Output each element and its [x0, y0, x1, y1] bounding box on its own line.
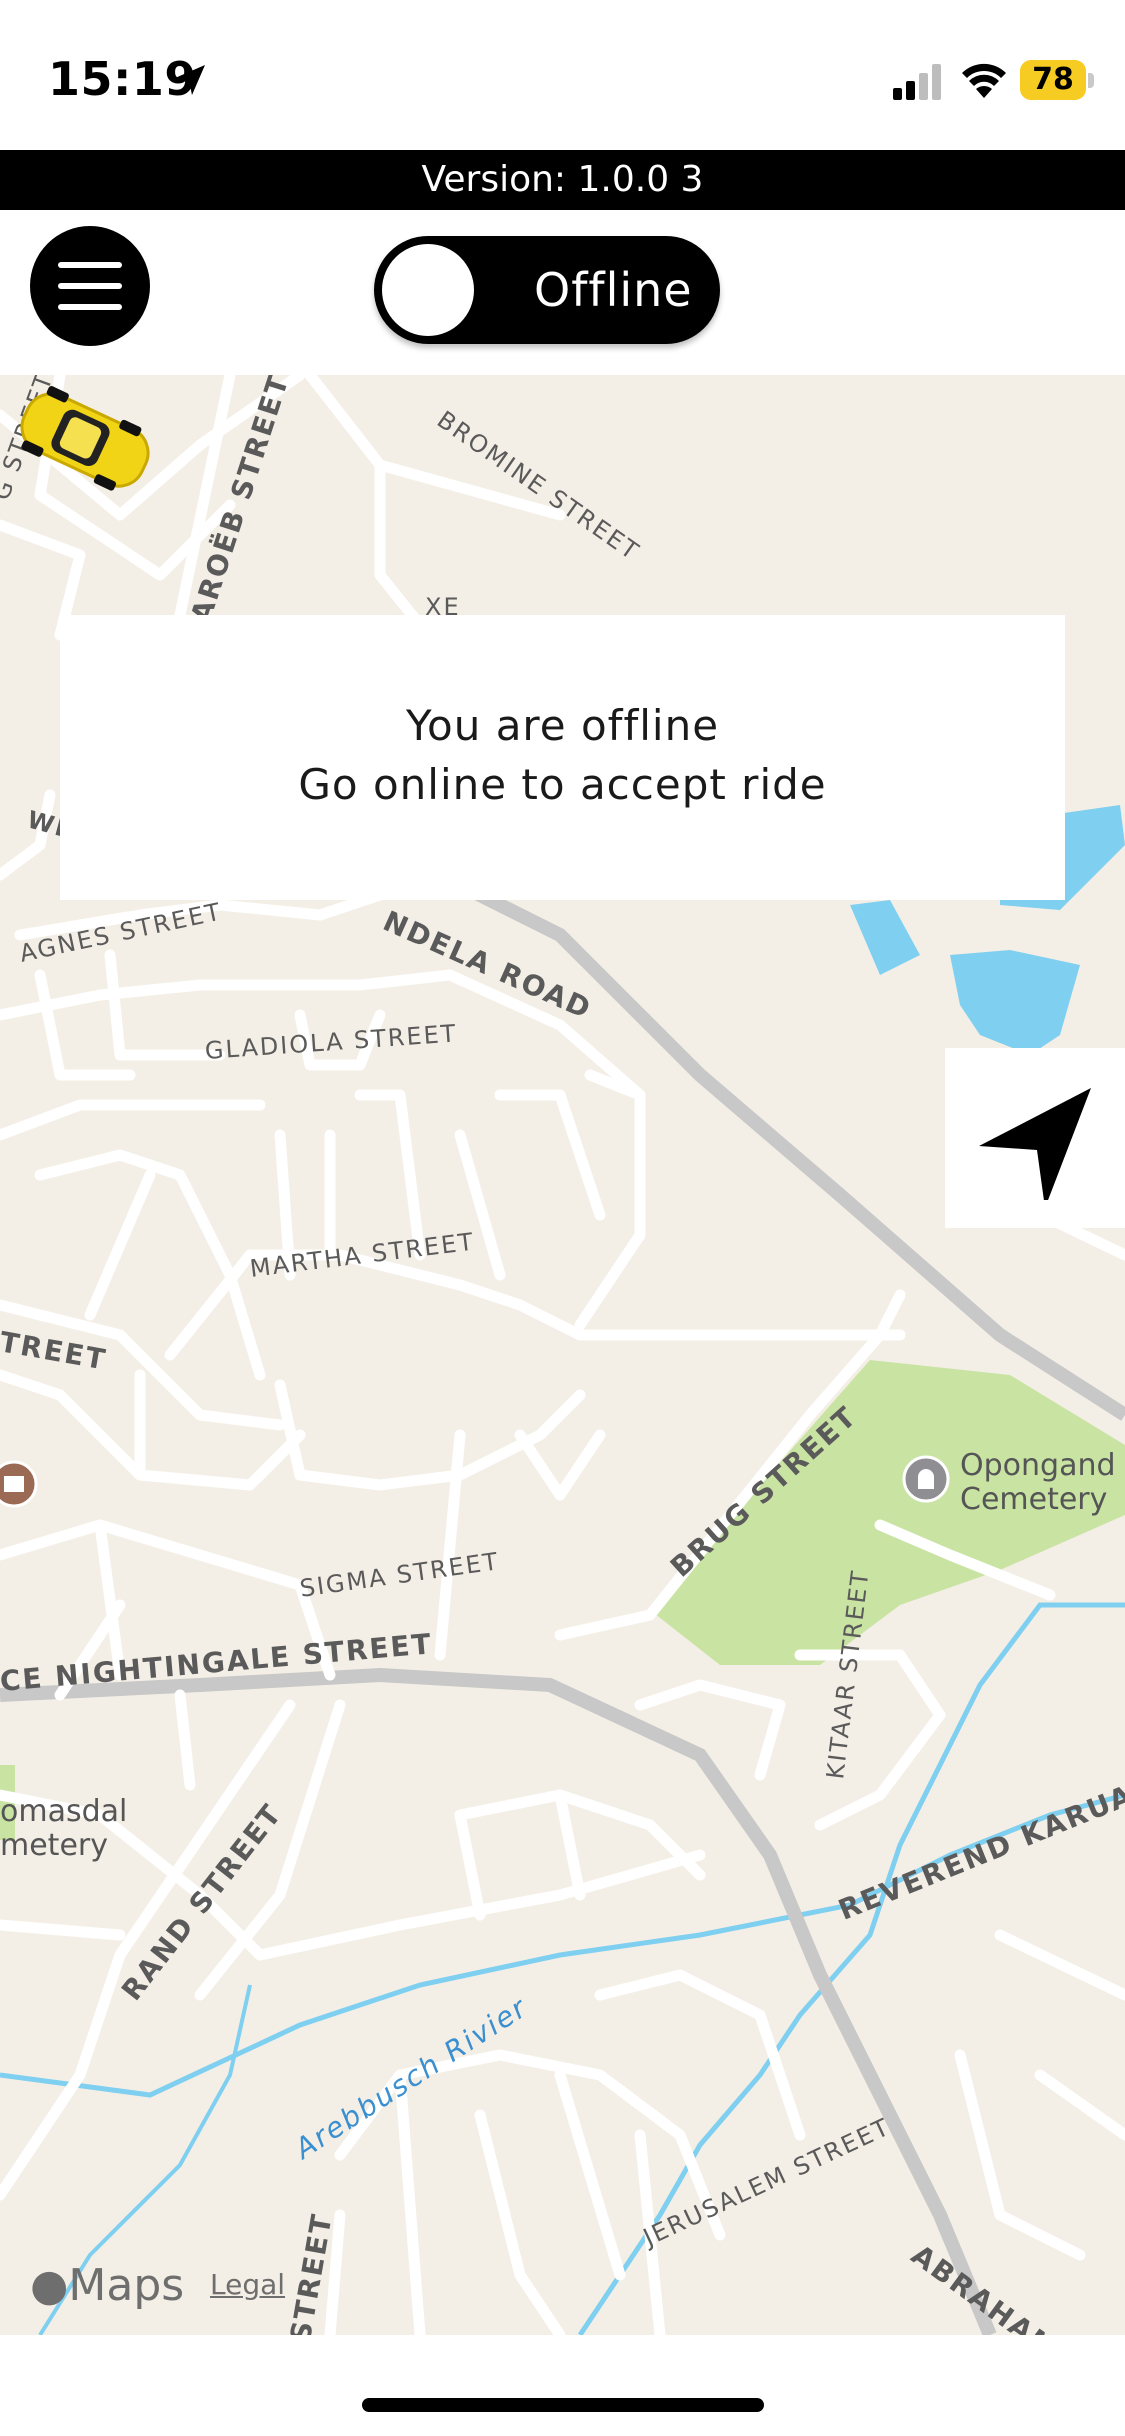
location-arrow-icon	[175, 65, 205, 95]
battery-tip	[1088, 73, 1094, 88]
recenter-location-button[interactable]	[945, 1048, 1125, 1228]
cemetery-pin-icon	[902, 1455, 950, 1503]
toggle-label: Offline	[534, 263, 693, 317]
maps-text: Maps	[68, 2260, 185, 2311]
apple-maps-logo: ●Maps	[30, 2260, 184, 2311]
offline-message-line1: You are offline	[405, 701, 720, 750]
apple-logo-icon: ●	[30, 2260, 69, 2311]
water-pond-3	[950, 950, 1080, 1055]
battery-icon: 78	[1020, 60, 1086, 100]
top-header: Offline	[0, 210, 1125, 375]
offline-message-line2: Go online to accept ride	[298, 760, 827, 809]
online-offline-toggle[interactable]: Offline	[374, 236, 720, 344]
toggle-knob	[382, 244, 474, 336]
hamburger-icon	[58, 283, 122, 289]
poi-line: omasdal	[0, 1794, 128, 1829]
status-bar: 15:19 78	[0, 0, 1125, 150]
menu-button[interactable]	[30, 226, 150, 346]
bottom-safe-area	[0, 2335, 1125, 2436]
hamburger-icon	[58, 262, 122, 268]
yellow-car-icon	[20, 386, 150, 491]
water-pond-2	[850, 900, 920, 975]
poi-label-khomasdal: omasdal metery	[0, 1795, 127, 1863]
poi-line: Cemetery	[960, 1482, 1108, 1517]
version-bar: Version: 1.0.0 3	[0, 150, 1125, 210]
map-view[interactable]: BROMINE STREET AROËB STREET G STREET XE …	[0, 375, 1125, 2335]
offline-message-card: You are offline Go online to accept ride	[60, 615, 1065, 900]
battery-level: 78	[1032, 62, 1074, 97]
home-indicator[interactable]	[362, 2398, 764, 2412]
wifi-icon	[962, 63, 1006, 98]
poi-line: metery	[0, 1828, 108, 1863]
poi-label-opongand: Opongand Cemetery	[960, 1449, 1116, 1517]
poi-line: Opongand	[960, 1448, 1116, 1483]
legal-link[interactable]: Legal	[210, 2268, 285, 2301]
navigation-arrow-icon	[979, 1088, 1091, 1200]
building-pin-icon	[0, 1460, 38, 1508]
cellular-signal-icon	[893, 64, 941, 100]
hamburger-icon	[58, 304, 122, 310]
